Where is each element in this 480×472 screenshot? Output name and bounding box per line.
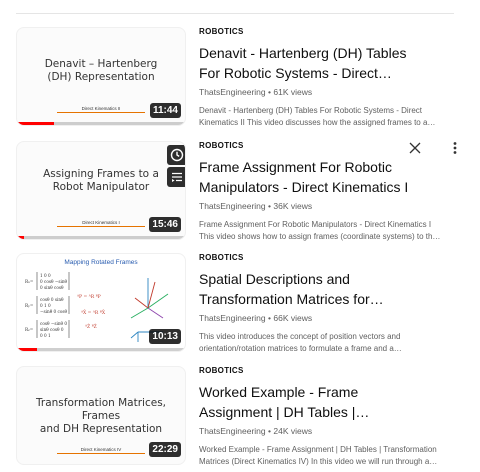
description-line: Worked Example - Frame Assignment | DH T…	[199, 445, 437, 454]
clock-icon	[170, 148, 184, 162]
video-title-line: Frame Assignment For Robotic	[199, 159, 392, 175]
video-thumbnail[interactable]: Mapping Rotated Frames Rx= 1 0 0 0 cosθ …	[16, 253, 186, 352]
svg-text:0 1 0: 0 1 0	[40, 303, 51, 308]
view-count: 24K views	[273, 426, 313, 436]
separator: •	[268, 87, 271, 97]
svg-text:ᴬX̂ = ᴬR ᴮX̂: ᴬX̂ = ᴬR ᴮX̂	[80, 309, 106, 316]
svg-text:−sinθ 0 cosθ: −sinθ 0 cosθ	[40, 309, 68, 314]
description-line: This video introduces the concept of pos…	[199, 332, 401, 341]
category-label: ROBOTICS	[199, 141, 244, 150]
video-title-line: Transformation Matrices for…	[199, 291, 384, 307]
separator: •	[268, 201, 271, 211]
svg-text:0 cosθ −sinθ: 0 cosθ −sinθ	[40, 279, 68, 284]
thumbnail-rule	[57, 226, 145, 227]
description-line: Frame Assignment For Robotic Manipulator…	[199, 220, 432, 229]
video-title[interactable]: Worked Example - Frame Assignment | DH T…	[199, 382, 457, 422]
svg-text:ᴬP = ᴬR ᴮP: ᴬP = ᴬR ᴮP	[76, 294, 101, 300]
progress-track	[17, 236, 185, 239]
category-label: ROBOTICS	[199, 253, 244, 262]
top-divider	[16, 13, 454, 14]
video-thumbnail[interactable]: Transformation Matrices, Frames and DH Rep…	[16, 366, 186, 465]
video-title-line: Manipulators - Direct Kinematics I	[199, 179, 409, 195]
duration-badge: 15:46	[149, 217, 181, 232]
view-count: 66K views	[273, 313, 313, 323]
description-line: This video shows how to assign frames (c…	[199, 232, 441, 241]
channel-line: ThatsEngineering • 66K views	[199, 313, 312, 323]
video-item[interactable]: Assigning Frames to a Robot Manipulator D…	[16, 141, 466, 249]
video-description: Denavit - Hartenberg (DH) Tables For Rob…	[199, 105, 457, 129]
svg-text:Rx=: Rx=	[25, 279, 34, 284]
view-count: 36K views	[273, 201, 313, 211]
video-title[interactable]: Frame Assignment For Robotic Manipulator…	[199, 157, 457, 197]
video-thumbnail[interactable]: Denavit – Hartenberg (DH) Representation …	[16, 27, 186, 126]
separator: •	[268, 426, 271, 436]
row-actions	[408, 141, 466, 155]
more-vert-icon[interactable]	[448, 141, 462, 155]
thumbnail-title-text: Transformation Matrices, Frames and DH Rep…	[36, 397, 166, 436]
channel-name[interactable]: ThatsEngineering	[199, 426, 266, 436]
description-line: Denavit - Hartenberg (DH) Tables For Rob…	[199, 106, 423, 115]
duration-badge: 22:29	[149, 442, 181, 457]
svg-text:cosθ 0 sinθ: cosθ 0 sinθ	[40, 297, 64, 302]
watch-progress-bar	[17, 122, 54, 125]
video-description: Worked Example - Frame Assignment | DH T…	[199, 444, 457, 468]
progress-track	[17, 348, 185, 351]
category-label: ROBOTICS	[199, 27, 244, 36]
video-title[interactable]: Spatial Descriptions and Transformation …	[199, 269, 457, 309]
video-item[interactable]: Transformation Matrices, Frames and DH Rep…	[16, 366, 466, 472]
thumbnail-title-text: Mapping Rotated Frames	[64, 259, 138, 266]
svg-text:Ry=: Ry=	[25, 303, 34, 308]
svg-text:0 0 1: 0 0 1	[40, 333, 51, 338]
queue-icon	[172, 172, 182, 182]
thumbnail-title-text: Denavit – Hartenberg (DH) Representation	[44, 58, 158, 84]
video-description: This video introduces the concept of pos…	[199, 331, 457, 355]
svg-text:sinθ cosθ 0: sinθ cosθ 0	[40, 327, 64, 332]
thumbnail-rule	[57, 453, 145, 454]
video-title-line: Assignment | DH Tables |…	[199, 404, 370, 420]
video-title-line: For Robotic Systems - Direct…	[199, 65, 392, 81]
video-title-line: Worked Example - Frame	[199, 384, 359, 400]
watch-later-button[interactable]	[167, 145, 185, 165]
svg-text:1 0 0: 1 0 0	[40, 273, 51, 278]
thumbnail-title-text: Assigning Frames to a Robot Manipulator	[43, 168, 159, 194]
description-line: Kinematics II This video discusses how t…	[199, 118, 436, 127]
channel-name[interactable]: ThatsEngineering	[199, 201, 266, 211]
close-icon[interactable]	[408, 141, 422, 155]
category-label: ROBOTICS	[199, 366, 244, 375]
watch-progress-bar	[17, 348, 38, 351]
channel-line: ThatsEngineering • 61K views	[199, 87, 312, 97]
video-thumbnail[interactable]: Assigning Frames to a Robot Manipulator D…	[16, 141, 186, 240]
description-line: Matrices (Direct Kinematics IV) In this …	[199, 457, 438, 466]
svg-text:cosθ −sinθ 0: cosθ −sinθ 0	[40, 321, 67, 326]
video-description: Frame Assignment For Robotic Manipulator…	[199, 219, 457, 243]
add-to-queue-button[interactable]	[167, 167, 185, 187]
svg-text:Rz=: Rz=	[25, 327, 34, 332]
separator: •	[268, 313, 271, 323]
video-title[interactable]: Denavit - Hartenberg (DH) Tables For Rob…	[199, 43, 457, 83]
svg-text:0 sinθ cosθ: 0 sinθ cosθ	[40, 285, 64, 290]
thumbnail-rule	[57, 112, 145, 113]
video-title-line: Denavit - Hartenberg (DH) Tables	[199, 45, 407, 61]
duration-badge: 10:13	[149, 329, 181, 344]
video-title-line: Spatial Descriptions and	[199, 271, 350, 287]
view-count: 61K views	[273, 87, 313, 97]
channel-line: ThatsEngineering • 36K views	[199, 201, 312, 211]
video-item[interactable]: Mapping Rotated Frames Rx= 1 0 0 0 cosθ …	[16, 253, 466, 361]
channel-name[interactable]: ThatsEngineering	[199, 87, 266, 97]
description-line: orientation/rotation matrices to formula…	[199, 344, 402, 353]
channel-line: ThatsEngineering • 24K views	[199, 426, 312, 436]
duration-badge: 11:44	[149, 103, 181, 118]
video-item[interactable]: Denavit – Hartenberg (DH) Representation …	[16, 27, 466, 135]
svg-text:ᴬẐ ᴮẐ: ᴬẐ ᴮẐ	[84, 322, 97, 330]
watch-progress-bar	[17, 236, 24, 239]
channel-name[interactable]: ThatsEngineering	[199, 313, 266, 323]
